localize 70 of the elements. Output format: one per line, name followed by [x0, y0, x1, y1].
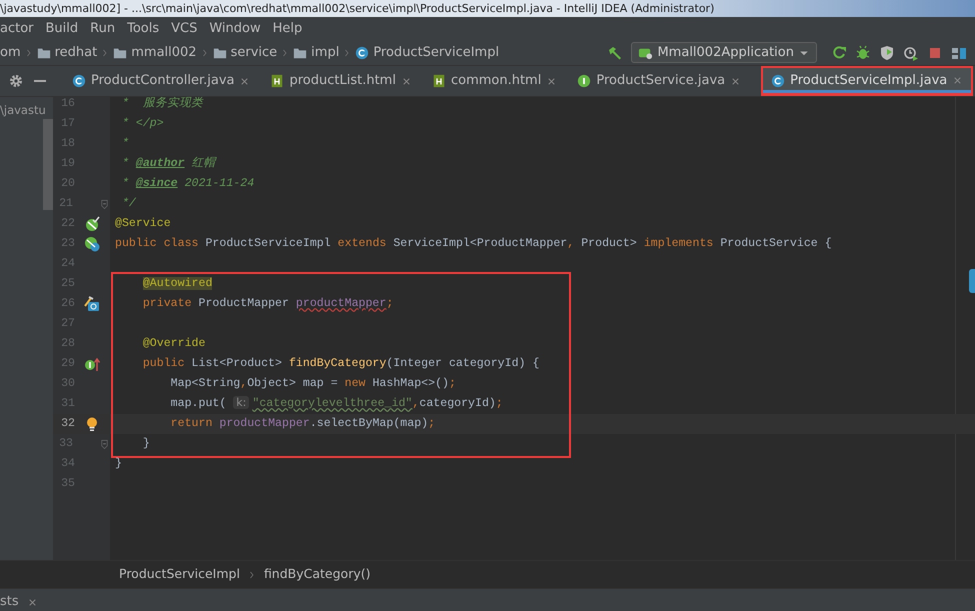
code-line: * </p>	[120, 116, 164, 132]
project-path: \javastu	[0, 102, 46, 119]
breadcrumb-item[interactable]: impl	[311, 42, 340, 62]
code-line: map.put( k: "categorylevelthree_id",categoryId);	[170, 395, 503, 412]
menu-item[interactable]: actor	[0, 17, 40, 40]
menu-item[interactable]: Window	[203, 17, 267, 40]
close-icon[interactable]	[400, 76, 412, 86]
code-line: */	[120, 196, 136, 212]
code-line: Map<String,Object> map = new HashMap<>();	[170, 376, 456, 392]
code-line: }	[114, 456, 122, 472]
folder-icon	[36, 46, 51, 60]
fold-marker-icon[interactable]	[99, 198, 110, 210]
code-line: @Override	[142, 336, 206, 352]
close-icon[interactable]	[26, 596, 38, 608]
breadcrumb-item[interactable]: service	[230, 42, 278, 62]
close-icon[interactable]	[952, 75, 964, 86]
editor-tab[interactable]: ProductService.java	[567, 66, 752, 96]
breadcrumb-item[interactable]: ProductServiceImpl	[373, 42, 500, 62]
code-line: private ProductMapper productMapper;	[142, 296, 394, 312]
menu-item[interactable]: VCS	[165, 17, 204, 40]
shield-icon[interactable]	[879, 44, 895, 60]
close-icon[interactable]	[546, 76, 558, 86]
bean-class-icon[interactable]	[84, 236, 100, 252]
settings-icon[interactable]	[8, 73, 24, 89]
breadcrumb-item[interactable]: ProductServiceImpl	[119, 565, 240, 584]
code-line: * @author 红帽	[120, 156, 216, 172]
menu-item[interactable]: Run	[84, 17, 122, 40]
hammer-icon[interactable]	[607, 44, 624, 60]
profiler-icon[interactable]	[903, 44, 919, 60]
folder-icon	[212, 46, 227, 60]
scroll-marker	[969, 269, 975, 293]
editor-tab[interactable]: common.html	[422, 66, 568, 96]
html-file-icon	[432, 74, 446, 88]
breadcrumb-item[interactable]: redhat	[54, 42, 98, 62]
window-title: \javastudy\mmall002] - ...\src\main\java\com\redhat\mmall002\service\impl\ProductServiceImpl.java - IntelliJ IDEA (Administrator)	[0, 1, 714, 17]
menu-item[interactable]: Help	[266, 17, 308, 40]
folder-icon	[293, 46, 308, 60]
rerun-icon[interactable]	[831, 44, 847, 60]
fold-marker-icon[interactable]	[99, 438, 110, 450]
editor-tab[interactable]: productList.html	[260, 66, 422, 96]
menu-item[interactable]: Build	[40, 17, 84, 40]
editor-tab[interactable]: ProductServiceImpl.java	[761, 66, 974, 96]
code-line: @Service	[114, 216, 171, 232]
line-number: 32	[60, 416, 75, 432]
run-configuration-dropdown[interactable]: Mmall002Application	[631, 42, 817, 63]
class-icon	[355, 46, 370, 60]
menu-item[interactable]: Tools	[121, 17, 166, 40]
bug-icon[interactable]	[855, 44, 871, 60]
code-line: public class ProductServiceImpl extends ServiceImpl<ProductMapper, Product> implements ProductService {	[114, 236, 832, 252]
bean-icon[interactable]	[84, 216, 100, 232]
code-line: return productMapper.selectByMap(map);	[170, 416, 436, 432]
class-icon	[771, 74, 786, 88]
code-line: public List<Product> findByCategory(Integer categoryId) {	[142, 356, 540, 372]
html-file-icon	[270, 74, 284, 88]
close-icon[interactable]	[730, 76, 742, 86]
autowired-icon[interactable]	[84, 296, 100, 312]
close-icon[interactable]	[239, 76, 250, 86]
code-line: * @since 2021-11-24	[120, 176, 254, 192]
code-line: *	[120, 136, 129, 152]
lightbulb-icon[interactable]	[84, 416, 100, 432]
implements-icon[interactable]	[84, 356, 100, 372]
breadcrumb-item[interactable]: mmall002	[131, 42, 197, 62]
interface-icon	[577, 74, 592, 88]
class-icon	[72, 74, 86, 88]
editor-tab[interactable]: ProductController.java	[62, 66, 260, 96]
folder-icon	[113, 46, 128, 60]
code-line: }	[142, 436, 150, 452]
breadcrumb-item[interactable]: findByCategory()	[264, 565, 370, 584]
breadcrumb-item[interactable]: om	[0, 42, 21, 62]
tool-window-tab[interactable]: sts	[0, 592, 38, 611]
